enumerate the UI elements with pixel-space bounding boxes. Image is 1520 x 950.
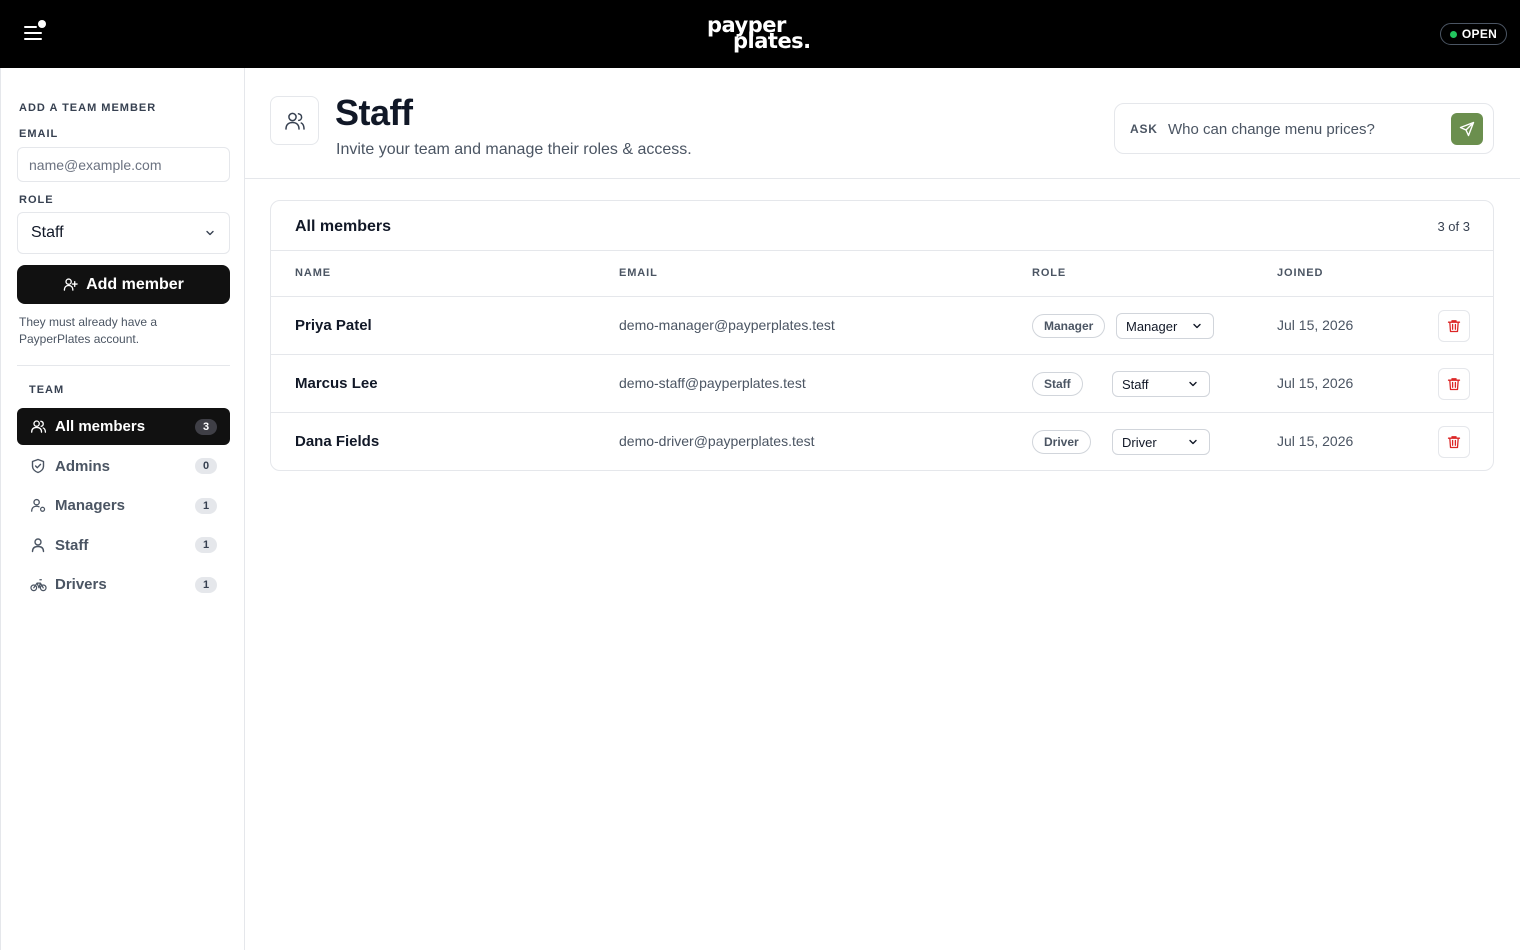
trash-icon: [1447, 378, 1461, 391]
store-status-badge[interactable]: OPEN: [1440, 23, 1507, 45]
user-plus-icon: [63, 278, 78, 291]
users-icon: [29, 418, 47, 436]
count-badge: 1: [195, 576, 217, 593]
count-badge: 1: [195, 537, 217, 553]
chevron-down-icon: [1193, 323, 1201, 329]
team-section-label: TEAM: [29, 384, 65, 396]
role-badge: Staff: [1032, 372, 1083, 396]
column-header-joined[interactable]: JOINED: [1277, 267, 1323, 279]
team-filter-nav: All members 3 Admins 0 Managers 1 Staff …: [17, 408, 230, 606]
menu-icon: [24, 26, 37, 28]
logo-line-2: plates.: [733, 29, 811, 53]
user-icon: [29, 536, 47, 554]
member-joined-date: Jul 15, 2026: [1277, 317, 1354, 333]
sidebar-item-all-members[interactable]: All members 3: [17, 408, 230, 445]
role-dropdown[interactable]: Staff: [1112, 371, 1210, 397]
member-joined-date: Jul 15, 2026: [1277, 375, 1354, 391]
ask-input[interactable]: [1168, 117, 1438, 141]
table-header: NAME EMAIL ROLE JOINED: [271, 251, 1493, 297]
notification-dot: [38, 20, 46, 28]
table-row: Dana Fields demo-driver@payperplates.tes…: [271, 413, 1493, 470]
send-icon: [1459, 121, 1475, 137]
page-icon: [270, 96, 319, 145]
shield-icon: [29, 457, 47, 475]
role-dropdown[interactable]: Driver: [1112, 429, 1210, 455]
role-select[interactable]: Staff: [17, 212, 230, 254]
member-name: Priya Patel: [295, 317, 372, 334]
table-row: Marcus Lee demo-staff@payperplates.test …: [271, 355, 1493, 413]
card-title: All members: [295, 218, 392, 235]
add-member-button[interactable]: Add member: [17, 265, 230, 304]
member-joined-date: Jul 15, 2026: [1277, 433, 1354, 449]
ask-label: ASK: [1130, 122, 1158, 136]
member-name: Dana Fields: [295, 433, 380, 450]
add-member-section-label: ADD A TEAM MEMBER: [19, 102, 157, 114]
email-field[interactable]: [17, 147, 230, 182]
column-header-role[interactable]: ROLE: [1032, 267, 1066, 279]
trash-icon: [1447, 320, 1461, 333]
member-email: demo-driver@payperplates.test: [619, 433, 815, 449]
status-label: OPEN: [1461, 27, 1498, 41]
ask-send-button[interactable]: [1451, 113, 1483, 145]
sidebar-item-label: Managers: [55, 497, 126, 514]
user-cog-icon: [29, 497, 47, 515]
page-subtitle: Invite your team and manage their roles …: [336, 141, 692, 158]
top-bar: payper plates. OPEN: [0, 0, 1520, 68]
member-email: demo-manager@payperplates.test: [619, 317, 835, 333]
members-table-card: All members 3 of 3 NAME EMAIL ROLE JOINE…: [270, 200, 1494, 471]
member-email: demo-staff@payperplates.test: [619, 375, 806, 391]
add-member-label: Add member: [86, 275, 184, 293]
chevron-down-icon: [206, 230, 214, 236]
page-title: Staff: [335, 92, 413, 133]
role-dropdown[interactable]: Manager: [1116, 313, 1214, 339]
sidebar-item-label: Drivers: [55, 576, 107, 593]
chevron-down-icon: [1189, 439, 1197, 445]
role-dropdown-value: Staff: [1122, 376, 1149, 392]
menu-icon-line: [24, 32, 42, 34]
delete-member-button[interactable]: [1438, 310, 1470, 342]
header-divider: [245, 178, 1520, 179]
sidebar-item-label: Staff: [55, 536, 89, 554]
ask-assistant-box: ASK: [1114, 103, 1494, 154]
card-header: All members 3 of 3: [271, 201, 1493, 251]
sidebar-divider: [17, 365, 230, 366]
menu-icon-line: [24, 38, 42, 40]
role-badge: Manager: [1032, 314, 1106, 338]
sidebar-item-managers[interactable]: Managers 1: [17, 487, 230, 524]
column-header-email[interactable]: EMAIL: [619, 267, 658, 279]
sidebar-item-drivers[interactable]: Drivers 1: [17, 566, 230, 603]
bike-icon: [29, 576, 47, 594]
brand-logo[interactable]: payper plates.: [706, 14, 816, 56]
member-name: Marcus Lee: [295, 375, 378, 392]
count-badge: 1: [195, 497, 217, 514]
menu-button[interactable]: [18, 18, 52, 48]
trash-icon: [1447, 436, 1461, 449]
chevron-down-icon: [1189, 381, 1197, 387]
role-badge: Driver: [1032, 430, 1091, 454]
email-label: EMAIL: [19, 128, 59, 140]
member-count: 3 of 3: [1437, 219, 1470, 234]
delete-member-button[interactable]: [1438, 426, 1470, 458]
sidebar-item-admins[interactable]: Admins 0: [17, 448, 230, 485]
status-dot-icon: [1449, 30, 1457, 38]
users-icon: [284, 112, 305, 130]
sidebar-item-label: All members: [55, 418, 146, 435]
count-badge: 0: [195, 458, 217, 474]
delete-member-button[interactable]: [1438, 368, 1470, 400]
count-badge: 3: [195, 418, 217, 435]
add-member-hint: They must already have a PayperPlates ac…: [19, 315, 158, 346]
role-select-value: Staff: [31, 224, 64, 241]
role-dropdown-value: Manager: [1126, 318, 1178, 334]
sidebar-item-staff[interactable]: Staff 1: [17, 527, 230, 564]
sidebar-item-label: Admins: [55, 457, 111, 475]
table-row: Priya Patel demo-manager@payperplates.te…: [271, 297, 1493, 355]
column-header-name[interactable]: NAME: [295, 267, 331, 279]
role-label: ROLE: [19, 194, 54, 206]
sidebar: ADD A TEAM MEMBER EMAIL ROLE Staff Add m…: [0, 68, 245, 950]
role-dropdown-value: Driver: [1122, 434, 1157, 450]
